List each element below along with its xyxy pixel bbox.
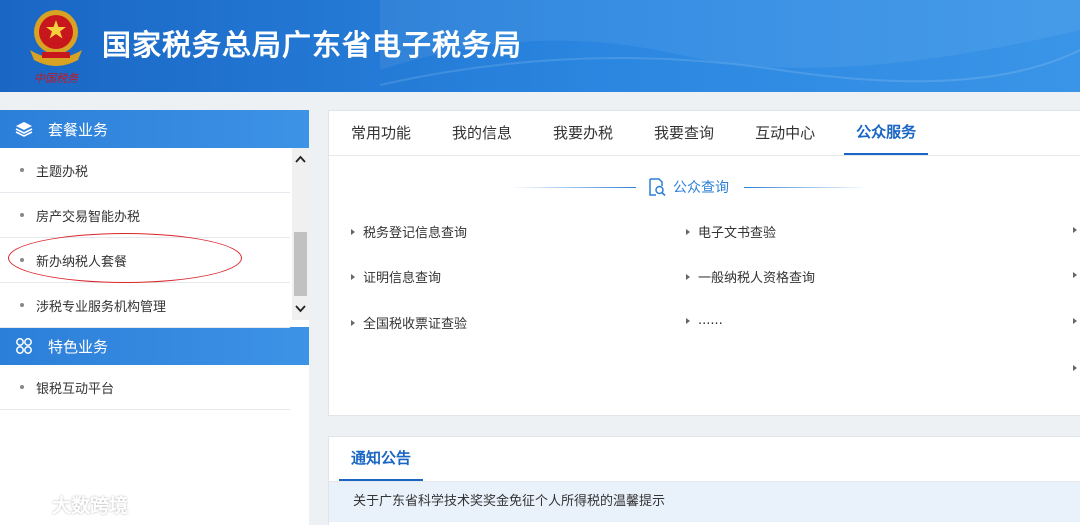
link-more[interactable]: ...... [686,313,723,328]
sidebar-item-theme-tax[interactable]: 主题办税 [0,148,290,193]
sidebar-section-label: 套餐业务 [48,120,109,139]
tab-common-functions[interactable]: 常用功能 [339,111,423,155]
sidebar-item-label: 涉税专业服务机构管理 [36,299,167,315]
sidebar: 套餐业务 主题办税 房产交易智能办税 新办纳税人套餐 涉税专业服务机构管理 特色… [0,110,309,525]
watermark-text: 大数跨境 [52,495,129,517]
tax-emblem-icon[interactable]: 中国税务 [22,6,90,88]
notice-tab-bar: 通知公告 [329,437,1080,482]
link-label: 电子文书查验 [698,226,777,241]
caret-right-icon[interactable] [1073,227,1077,233]
sidebar-item-property-tax[interactable]: 房产交易智能办税 [0,193,290,238]
caret-right-icon[interactable] [1073,318,1077,324]
chevron-down-icon[interactable] [292,298,309,320]
bullet-icon [20,303,24,307]
notice-item[interactable]: 关于广东省科学技术奖奖金免征个人所得税的温馨提示 [329,482,1080,522]
link-general-taxpayer-query[interactable]: 一般纳税人资格查询 [686,267,815,286]
tab-file-tax[interactable]: 我要办税 [541,111,625,155]
link-label: ...... [698,313,723,328]
link-label: 一般纳税人资格查询 [698,271,816,286]
tab-interaction-center[interactable]: 互动中心 [743,111,827,155]
bullet-icon [20,385,24,389]
link-tax-registration-query[interactable]: 税务登记信息查询 [351,222,467,241]
caret-right-icon [686,273,690,280]
link-label: 税务登记信息查询 [363,226,468,241]
tab-notices[interactable]: 通知公告 [339,437,424,481]
watermark: 大数跨境 [8,491,128,518]
link-tax-receipt-verify[interactable]: 全国税收票证查验 [351,313,467,332]
caret-right-icon [686,317,690,324]
highlight-annotation-circle [8,233,242,283]
main-tab-bar: 常用功能 我的信息 我要办税 我要查询 互动中心 公众服务 [329,111,1080,156]
caret-right-icon [351,228,355,235]
sidebar-item-label: 主题办税 [36,164,89,180]
sidebar-section-featured[interactable]: 特色业务 [0,327,309,365]
bullet-icon [20,168,24,172]
link-label: 全国税收票证查验 [363,317,468,332]
sidebar-item-agency-management[interactable]: 涉税专业服务机构管理 [0,283,290,328]
caret-right-icon[interactable] [1073,272,1077,278]
grid-circles-icon [16,338,32,354]
document-search-icon [649,178,666,197]
section-heading: 公众查询 [329,177,1080,197]
scrollbar-thumb[interactable] [294,232,307,296]
caret-right-icon [351,273,355,280]
chevron-up-icon[interactable] [292,148,309,170]
sidebar-item-label: 房产交易智能办税 [36,209,141,225]
heading-divider-left [512,187,636,188]
bullet-icon [20,213,24,217]
sidebar-section-package[interactable]: 套餐业务 [0,110,309,148]
notice-panel: 通知公告 关于广东省科学技术奖奖金免征个人所得税的温馨提示 [328,436,1080,525]
sidebar-section-label: 特色业务 [48,337,109,356]
heading-divider-right [744,187,868,188]
services-panel: 常用功能 我的信息 我要办税 我要查询 互动中心 公众服务 公众查询 税务登记信… [328,110,1080,416]
link-label: 证明信息查询 [363,271,442,286]
tab-public-services[interactable]: 公众服务 [844,111,929,155]
caret-right-icon[interactable] [1073,365,1077,371]
tab-my-info[interactable]: 我的信息 [440,111,524,155]
section-heading-label: 公众查询 [673,180,729,196]
watermark-logo-icon [9,494,47,514]
site-title[interactable]: 国家税务总局广东省电子税务局 [102,22,522,64]
emblem-text: 中国税务 [34,72,79,85]
link-e-document-verify[interactable]: 电子文书查验 [686,222,776,241]
link-certificate-query[interactable]: 证明信息查询 [351,267,441,286]
caret-right-icon [686,228,690,235]
sidebar-item-bank-tax[interactable]: 银税互动平台 [0,365,290,410]
tab-query[interactable]: 我要查询 [642,111,726,155]
sidebar-scrollbar[interactable] [292,148,309,320]
layers-icon [15,122,33,137]
caret-right-icon [351,319,355,326]
site-header: 中国税务 国家税务总局广东省电子税务局 [0,0,1080,92]
sidebar-item-label: 银税互动平台 [36,381,115,397]
